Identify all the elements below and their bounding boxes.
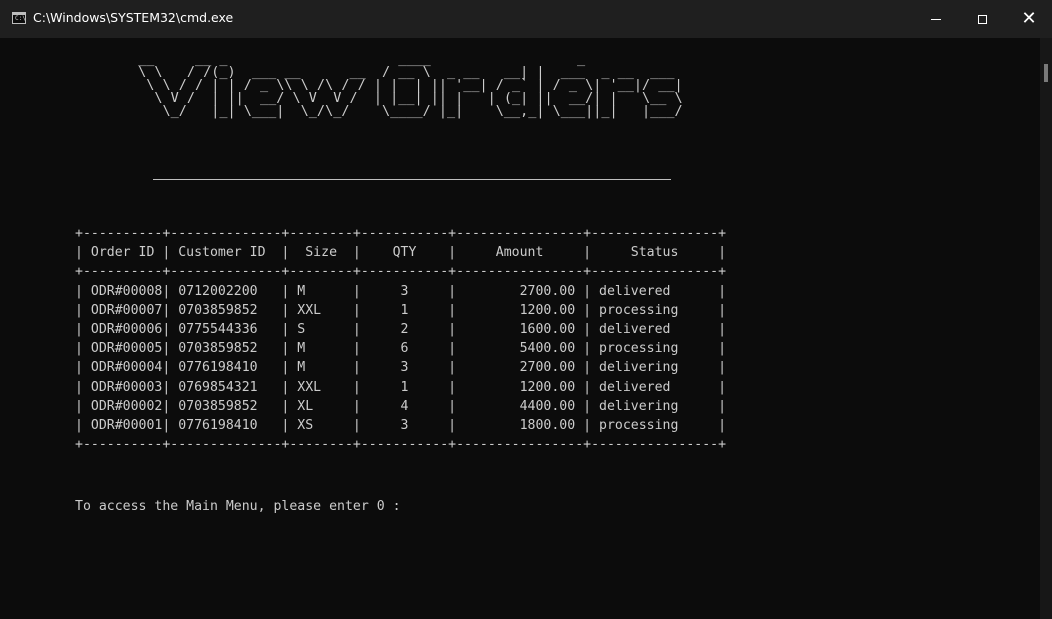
cmd-window: C:\ C:\Windows\SYSTEM32\cmd.exe ✕ __ __ …	[0, 0, 1052, 619]
scrollbar-thumb[interactable]	[1044, 64, 1048, 82]
minimize-icon	[931, 18, 941, 20]
close-icon: ✕	[1021, 8, 1037, 29]
maximize-button[interactable]	[959, 0, 1005, 38]
maximize-icon	[977, 14, 987, 24]
banner-underline	[153, 179, 671, 180]
orders-table: +----------+--------------+--------+----…	[75, 226, 727, 453]
window-title: C:\Windows\SYSTEM32\cmd.exe	[33, 10, 234, 25]
ascii-art-title: __ __ _ ____ _ \ \ / /(_) ___ __ __ / __…	[138, 51, 683, 119]
close-button[interactable]: ✕	[1006, 0, 1052, 38]
cmd-app-icon[interactable]: C:\	[12, 12, 26, 24]
minimize-button[interactable]	[913, 0, 959, 38]
main-menu-prompt[interactable]: To access the Main Menu, please enter 0 …	[75, 497, 401, 516]
title-bar[interactable]: C:\ C:\Windows\SYSTEM32\cmd.exe ✕	[0, 0, 1052, 38]
console-output[interactable]: __ __ _ ____ _ \ \ / /(_) ___ __ __ / __…	[0, 38, 1040, 619]
cmd-icon-glyph: C:\	[15, 15, 26, 22]
vertical-scrollbar[interactable]	[1040, 38, 1052, 619]
